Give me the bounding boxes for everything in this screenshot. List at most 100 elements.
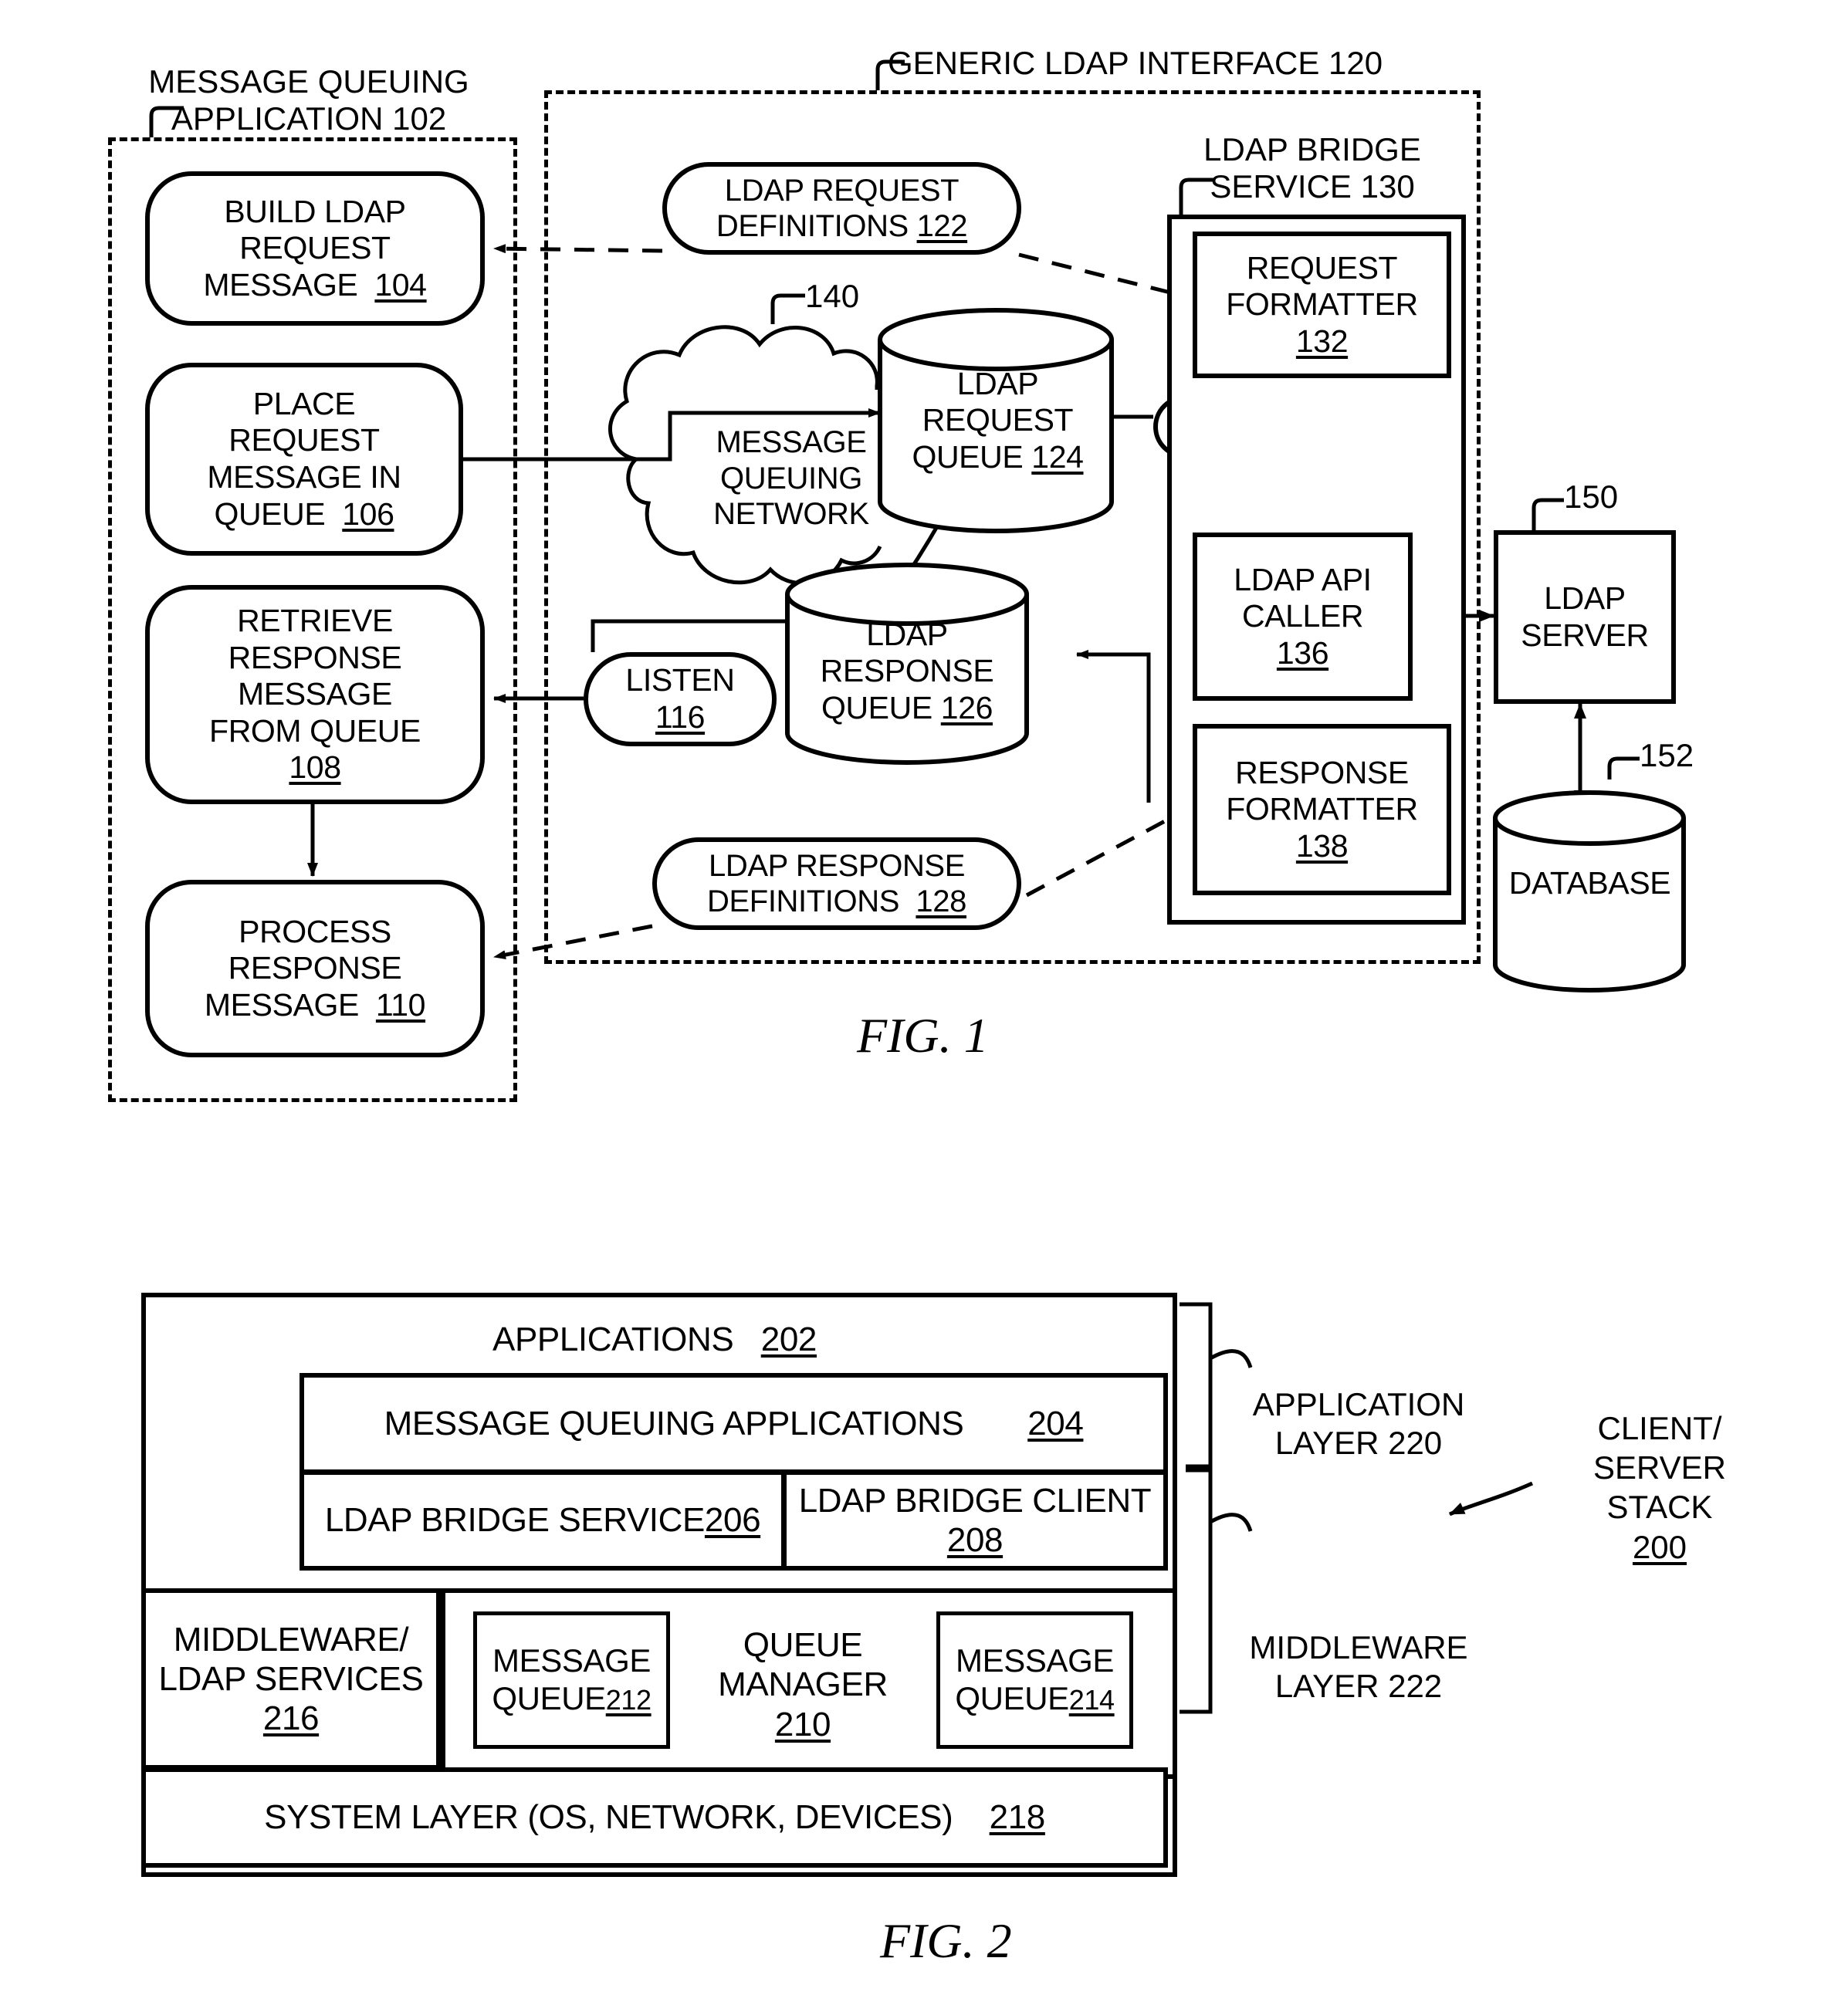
node-ldap-response-queue[interactable]: LDAP RESPONSE QUEUE 126 xyxy=(792,606,1022,737)
message-queue-212-line1: MESSAGE xyxy=(492,1642,651,1679)
ldap-response-queue-line3: QUEUE xyxy=(821,689,932,725)
ldap-bridge-service-title-line1: LDAP BRIDGE xyxy=(1203,131,1421,167)
retrieve-response-line4: FROM QUEUE xyxy=(209,712,421,749)
label-ldap-server-ref: 150 xyxy=(1564,478,1618,516)
node-queue-manager-210[interactable]: QUEUE MANAGER 210 xyxy=(687,1619,919,1750)
ldap-request-definitions-ref: 122 xyxy=(916,209,968,243)
message-queue-214-ref: 214 xyxy=(1068,1684,1115,1716)
request-formatter-line1: REQUEST xyxy=(1246,249,1398,286)
place-request-ref: 106 xyxy=(342,495,394,532)
client-server-stack-200-line1: CLIENT/ xyxy=(1597,1410,1722,1446)
listen-116-ref: 116 xyxy=(655,699,706,735)
ldap-response-queue-line1: LDAP xyxy=(866,616,948,652)
place-request-line4: QUEUE xyxy=(214,495,326,532)
build-request-line3: MESSAGE xyxy=(203,266,358,303)
node-request-formatter[interactable]: REQUEST FORMATTER 132 xyxy=(1193,232,1451,378)
node-message-queuing-network: MESSAGE QUEUING NETWORK xyxy=(687,421,895,536)
middleware-ldap-services-216-line2: LDAP SERVICES xyxy=(158,1659,424,1698)
retrieve-response-line3: MESSAGE xyxy=(238,676,392,712)
client-server-stack-200-line3: STACK xyxy=(1606,1489,1713,1526)
node-ldap-request-definitions[interactable]: LDAP REQUEST DEFINITIONS 122 xyxy=(662,162,1021,255)
mq-network-line2: QUEUING xyxy=(720,461,862,495)
ldap-bridge-service-206-label: LDAP BRIDGE SERVICE xyxy=(324,1501,705,1540)
ldap-server-line1: LDAP xyxy=(1544,580,1626,616)
system-layer-218-label: SYSTEM LAYER (OS, NETWORK, DEVICES) xyxy=(264,1798,953,1837)
applications-202-label: APPLICATIONS xyxy=(492,1320,734,1359)
ldap-bridge-client-208-ref: 208 xyxy=(946,1521,1004,1559)
node-ldap-bridge-client-208[interactable]: LDAP BRIDGE CLIENT 208 xyxy=(782,1470,1168,1571)
label-application-layer-220: APPLICATION LAYER 220 xyxy=(1231,1385,1486,1463)
generic-ldap-interface-title-text: GENERIC LDAP INTERFACE 120 xyxy=(888,45,1383,81)
mq-network-line3: NETWORK xyxy=(713,497,869,532)
ldap-api-caller-line1: LDAP API xyxy=(1234,561,1372,597)
node-applications-202[interactable]: APPLICATIONS 202 xyxy=(141,1304,1168,1375)
figure-1-caption: FIG. 1 xyxy=(857,1007,989,1064)
figure-2-caption-text: FIG. 2 xyxy=(880,1913,1012,1968)
message-queue-212-ref: 212 xyxy=(605,1684,652,1716)
ldap-response-queue-ref: 126 xyxy=(940,689,993,725)
process-response-line3: MESSAGE xyxy=(204,986,359,1023)
ldap-api-caller-ref: 136 xyxy=(1276,634,1329,671)
ldap-server-ref: 150 xyxy=(1564,478,1619,515)
figure-1-caption-text: FIG. 1 xyxy=(857,1008,989,1063)
request-formatter-ref: 132 xyxy=(1295,323,1349,359)
message-queue-212-line2: QUEUE xyxy=(492,1680,606,1716)
ldap-bridge-client-208-label: LDAP BRIDGE CLIENT xyxy=(798,1481,1152,1520)
build-request-line2: REQUEST xyxy=(239,230,391,266)
client-server-stack-200-ref: 200 xyxy=(1632,1528,1687,1565)
node-system-layer-218[interactable]: SYSTEM LAYER (OS, NETWORK, DEVICES) 218 xyxy=(141,1767,1168,1868)
label-client-server-stack-200: CLIENT/ SERVER STACK 200 xyxy=(1536,1408,1783,1567)
node-ldap-server[interactable]: LDAP SERVER xyxy=(1494,530,1676,704)
retrieve-response-line2: RESPONSE xyxy=(228,639,402,675)
node-retrieve-response-message-from-queue[interactable]: RETRIEVE RESPONSE MESSAGE FROM QUEUE 108 xyxy=(145,585,485,804)
retrieve-response-ref: 108 xyxy=(289,749,341,786)
node-ldap-api-caller[interactable]: LDAP API CALLER 136 xyxy=(1193,533,1413,701)
database-ref: 152 xyxy=(1640,737,1694,773)
place-request-line3: MESSAGE IN xyxy=(207,459,401,495)
ldap-request-queue-line2: REQUEST xyxy=(922,402,1074,438)
build-request-ref: 104 xyxy=(374,266,427,303)
listen-116-line1: LISTEN xyxy=(625,662,735,698)
node-response-formatter[interactable]: RESPONSE FORMATTER 138 xyxy=(1193,724,1451,895)
place-request-line1: PLACE xyxy=(252,385,356,421)
middleware-ldap-services-216-ref: 216 xyxy=(262,1699,320,1738)
retrieve-response-line1: RETRIEVE xyxy=(237,603,393,639)
node-database[interactable]: DATABASE xyxy=(1495,861,1684,907)
label-message-queuing-network-ref: 140 xyxy=(805,278,859,315)
label-middleware-layer-222: MIDDLEWARE LAYER 222 xyxy=(1231,1628,1486,1706)
ldap-bridge-service-206-ref: 206 xyxy=(704,1501,761,1540)
response-formatter-line2: FORMATTER xyxy=(1226,791,1418,827)
queue-manager-210-ref: 210 xyxy=(774,1705,831,1743)
node-ldap-request-queue[interactable]: LDAP REQUEST QUEUE 124 xyxy=(888,355,1108,486)
ldap-request-queue-ref: 124 xyxy=(1031,438,1084,475)
node-listen-116[interactable]: LISTEN 116 xyxy=(584,652,777,746)
node-place-request-message-in-queue[interactable]: PLACE REQUEST MESSAGE IN QUEUE 106 xyxy=(145,363,463,556)
node-middleware-ldap-services-216[interactable]: MIDDLEWARE/ LDAP SERVICES 216 xyxy=(141,1588,441,1770)
client-server-stack-200-line2: SERVER xyxy=(1593,1449,1726,1486)
node-build-ldap-request-message[interactable]: BUILD LDAP REQUEST MESSAGE 104 xyxy=(145,171,485,326)
system-layer-218-ref: 218 xyxy=(989,1798,1046,1837)
ldap-request-queue-line1: LDAP xyxy=(956,365,1039,401)
node-message-queue-212[interactable]: MESSAGE QUEUE212 xyxy=(473,1611,670,1749)
enclosure-generic-ldap-interface-title: GENERIC LDAP INTERFACE 120 xyxy=(888,45,1474,82)
queue-manager-210-line1: QUEUE xyxy=(743,1626,863,1665)
ldap-response-definitions-line2: DEFINITIONS xyxy=(707,884,899,918)
node-ldap-bridge-service-206[interactable]: LDAP BRIDGE SERVICE206 xyxy=(300,1470,786,1571)
applications-202-ref: 202 xyxy=(760,1320,817,1359)
request-formatter-line2: FORMATTER xyxy=(1226,286,1418,323)
mq-network-ref: 140 xyxy=(805,278,860,314)
application-layer-220-line1: APPLICATION xyxy=(1252,1386,1465,1422)
node-process-response-message[interactable]: PROCESS RESPONSE MESSAGE 110 xyxy=(145,880,485,1057)
middleware-layer-222-line2: LAYER 222 xyxy=(1274,1668,1443,1705)
ldap-bridge-service-title-line2: SERVICE 130 xyxy=(1210,168,1415,205)
label-ldap-bridge-service-title: LDAP BRIDGE SERVICE 130 xyxy=(1158,131,1467,206)
node-ldap-response-definitions[interactable]: LDAP RESPONSE DEFINITIONS 128 xyxy=(652,837,1021,930)
mq-network-line1: MESSAGE xyxy=(716,425,867,460)
process-response-line1: PROCESS xyxy=(239,913,391,949)
node-message-queuing-applications-204[interactable]: MESSAGE QUEUING APPLICATIONS 204 xyxy=(300,1373,1168,1474)
node-message-queue-214[interactable]: MESSAGE QUEUE214 xyxy=(936,1611,1133,1749)
ldap-server-line2: SERVER xyxy=(1521,617,1649,653)
mq-application-title-line2: APPLICATION 102 xyxy=(171,100,447,137)
middleware-layer-222-line1: MIDDLEWARE xyxy=(1249,1629,1468,1665)
ldap-response-queue-line2: RESPONSE xyxy=(820,653,994,689)
